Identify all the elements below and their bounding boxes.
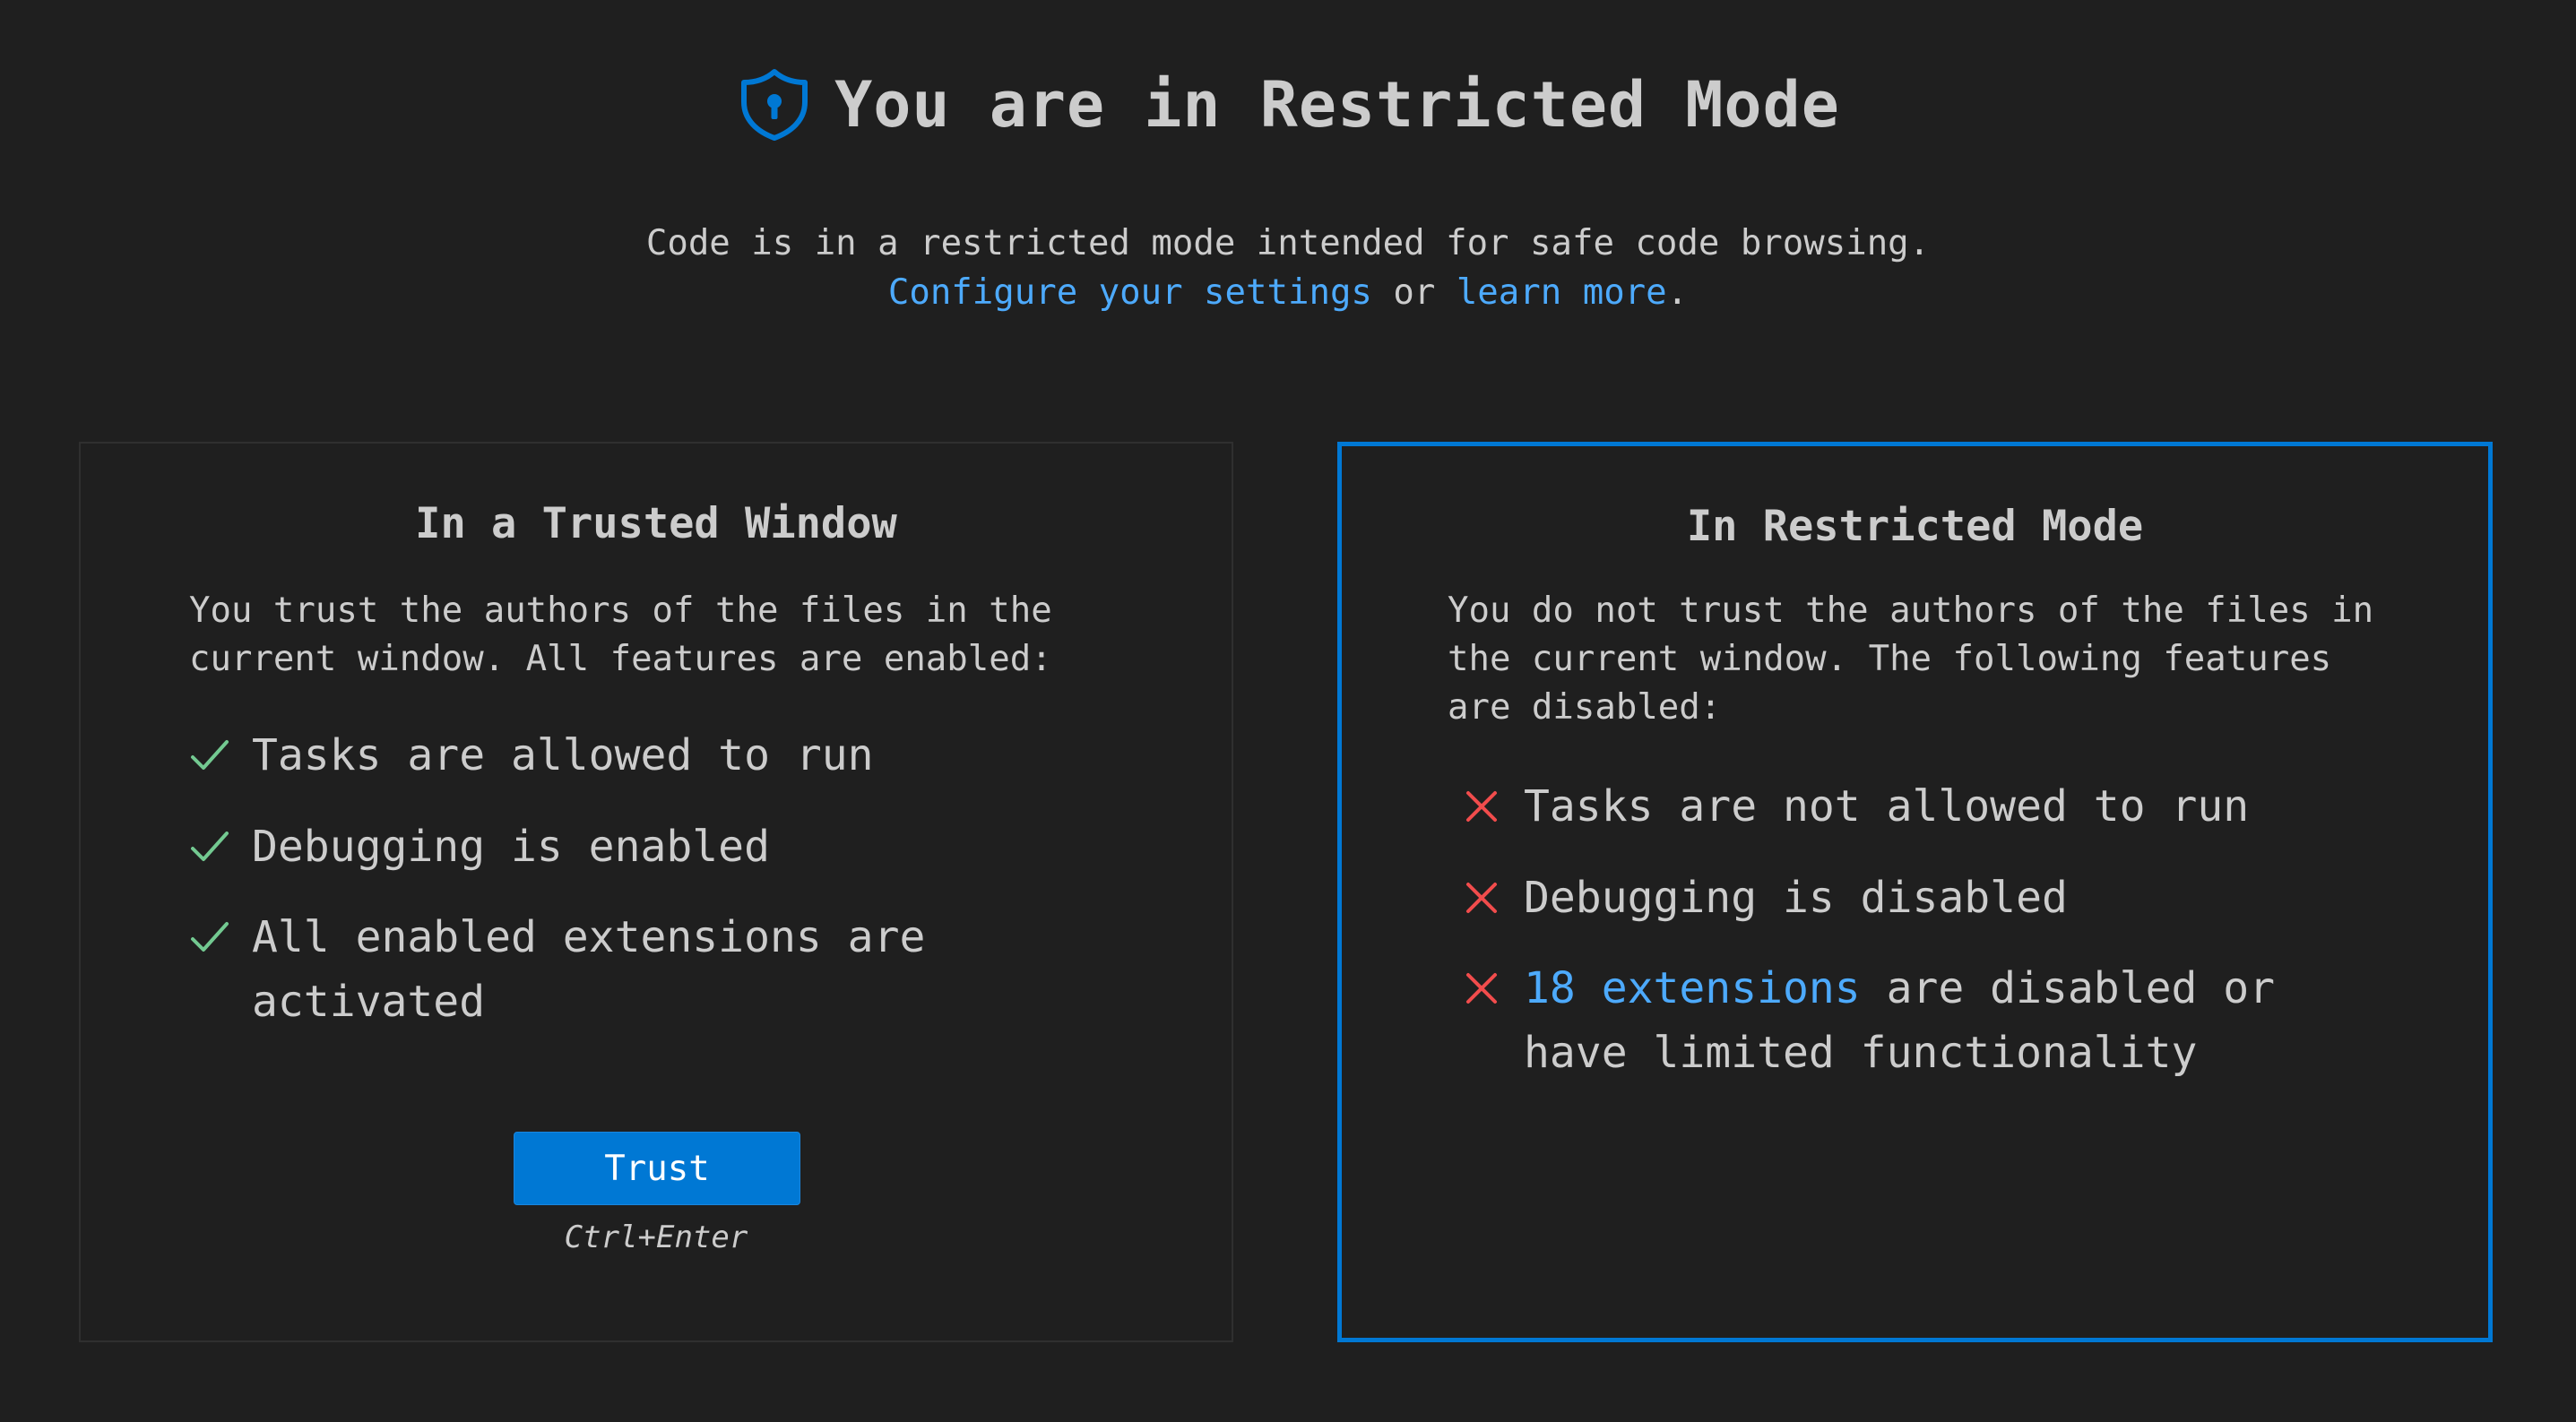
shield-lock-icon [741,69,808,141]
checkmark-icon [189,723,252,788]
trusted-feature-text: All enabled extensions are activated [252,912,926,1027]
subtitle-text: Code is in a restricted mode intended fo… [645,223,1931,263]
trust-shortcut-hint: Ctrl+Enter [564,1219,748,1255]
restricted-feature-item: Debugging is disabled [1461,866,2420,930]
learn-more-link[interactable]: learn more [1457,272,1667,313]
restricted-feature-item: 18 extensions are disabled or have limit… [1461,956,2330,1085]
trusted-feature-text: Debugging is enabled [252,822,770,872]
trust-button[interactable]: Trust [514,1132,800,1205]
trusted-feature-text: Tasks are allowed to run [252,730,874,780]
page-subtitle: Code is in a restricted mode intended fo… [0,219,2576,317]
x-icon [1461,866,1524,930]
restricted-mode-card: In Restricted Mode You do not trust the … [1337,442,2493,1342]
x-icon [1461,774,1524,839]
trusted-feature-item: All enabled extensions are activated [189,905,960,1034]
subtitle-end: . [1666,272,1689,313]
restricted-card-title: In Restricted Mode [1686,502,2144,551]
x-icon [1461,956,1524,1021]
checkmark-icon [189,814,252,879]
trusted-window-card: In a Trusted Window You trust the author… [79,442,1233,1342]
trusted-card-title: In a Trusted Window [415,499,897,548]
subtitle-connector: or [1371,272,1457,313]
subtitle-links-line: Configure your settings or learn more. [0,268,2576,317]
checkmark-icon [189,905,252,970]
restricted-feature-item: Tasks are not allowed to run [1461,774,2420,839]
configure-settings-link[interactable]: Configure your settings [888,272,1372,313]
page-title: You are in Restricted Mode [834,68,1840,142]
restricted-feature-text: 18 extensions are disabled or have limit… [1524,956,2330,1085]
restricted-feature-text: Tasks are not allowed to run [1524,781,2250,832]
trusted-card-description: You trust the authors of the files in th… [189,590,1052,679]
restricted-card-description: You do not trust the authors of the file… [1448,590,2374,728]
page-header: You are in Restricted Mode [0,66,2576,143]
trusted-feature-item: Tasks are allowed to run [189,723,1148,788]
extensions-link[interactable]: 18 extensions [1524,963,1861,1013]
restricted-feature-text: Debugging is disabled [1524,873,2068,923]
trusted-feature-item: Debugging is enabled [189,814,1148,879]
